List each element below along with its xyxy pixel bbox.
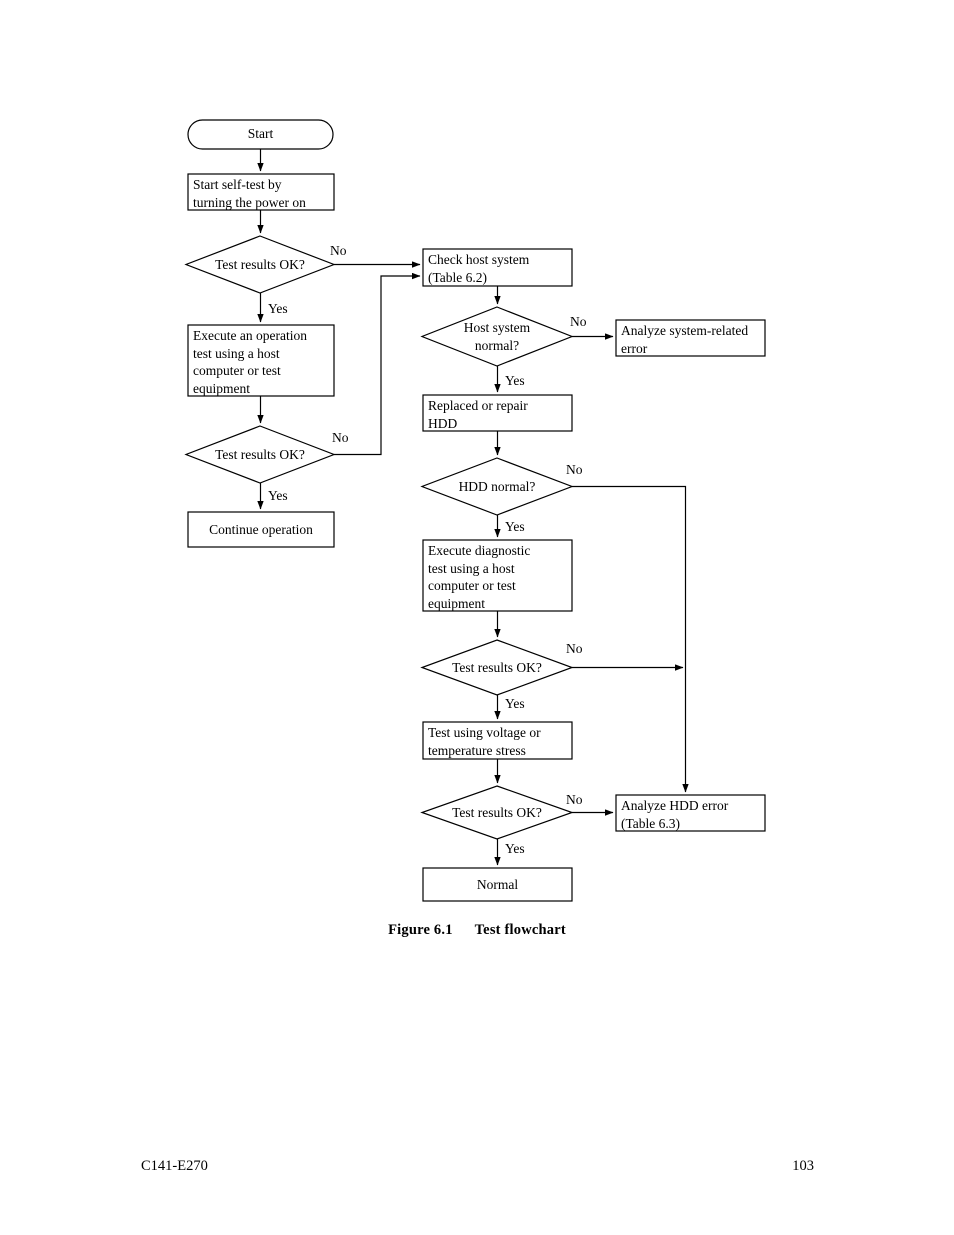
footer-document-code: C141-E270: [141, 1158, 208, 1174]
shape-replace-repair-hdd: [422, 394, 573, 432]
flowchart-canvas: [184, 119, 766, 902]
shape-test-results-ok-1: [184, 235, 336, 294]
shape-hdd-normal: [420, 457, 574, 516]
shape-execute-diagnostic-test: [422, 539, 573, 612]
edge-label-no-hdd-normal: No: [566, 462, 583, 477]
figure-6-1-flowchart: Start Start self-test by turning the pow…: [0, 0, 954, 960]
figure-caption-number: Figure 6.1: [388, 922, 453, 938]
shape-execute-operation-test: [187, 324, 335, 397]
shape-normal: [422, 867, 573, 902]
edge-label-no-4: No: [566, 792, 583, 807]
shape-test-results-ok-2: [184, 425, 336, 484]
shape-test-voltage-temperature: [422, 721, 573, 760]
edge-label-yes-1: Yes: [268, 301, 288, 316]
edge-label-yes-hdd-normal: Yes: [505, 519, 525, 534]
edge-label-no-host-system: No: [570, 314, 587, 329]
edge-label-yes-2: Yes: [268, 488, 288, 503]
edge-label-no-3: No: [566, 641, 583, 656]
edge-hdd-normal-no-to-analyze-hdd: [572, 485, 689, 793]
shape-test-results-ok-4: [420, 785, 574, 840]
page-footer: C141-E270 103: [0, 1158, 954, 1182]
shape-test-results-ok-3: [420, 639, 574, 696]
figure-caption-title: Test flowchart: [474, 922, 566, 938]
footer-page-number: 103: [792, 1158, 814, 1174]
figure-caption: Figure 6.1 Test flowchart: [0, 922, 954, 939]
edge-label-no-1: No: [330, 243, 347, 258]
shape-analyze-system-error: [615, 319, 766, 357]
edge-label-yes-3: Yes: [505, 696, 525, 711]
shape-check-host-system: [422, 248, 573, 287]
edge-decision2-no-to-check-host: [334, 272, 421, 456]
shape-continue-operation: [187, 511, 335, 548]
shape-start-self-test: [187, 173, 335, 211]
edge-label-yes-4: Yes: [505, 841, 525, 856]
shape-analyze-hdd-error: [615, 794, 766, 832]
edge-label-yes-host-system: Yes: [505, 373, 525, 388]
edge-label-no-2: No: [332, 430, 349, 445]
document-page: Start Start self-test by turning the pow…: [0, 0, 954, 1235]
shape-host-system-normal: [420, 306, 574, 367]
shape-start: [187, 119, 334, 150]
